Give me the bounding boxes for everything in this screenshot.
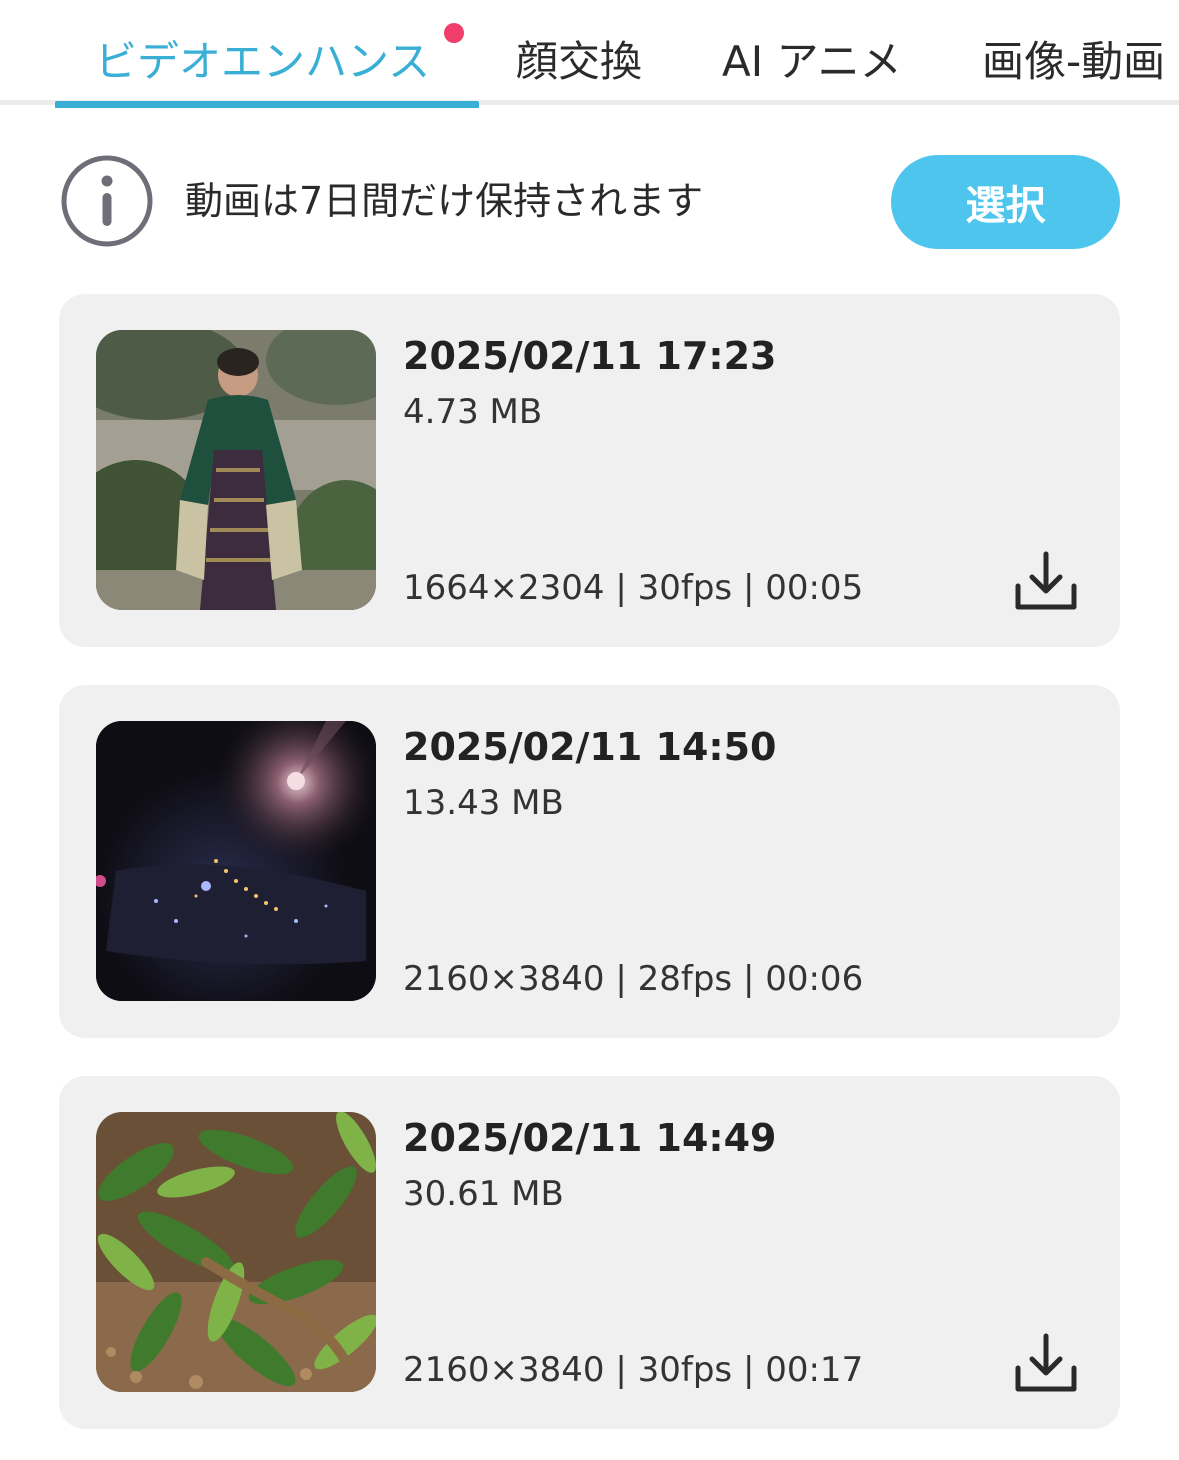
video-meta: 1664×2304 | 30fps | 00:05 <box>403 568 864 608</box>
video-thumbnail[interactable] <box>96 1112 376 1392</box>
retention-notice: 動画は7日間だけ保持されます <box>185 179 704 223</box>
select-button[interactable]: 選択 <box>891 155 1120 249</box>
video-card[interactable]: 2025/02/11 14:49 30.61 MB 2160×3840 | 30… <box>59 1076 1120 1429</box>
video-size: 30.61 MB <box>403 1174 564 1214</box>
video-meta: 2160×3840 | 30fps | 00:17 <box>403 1350 864 1390</box>
active-tab-indicator <box>55 101 479 108</box>
video-date: 2025/02/11 14:49 <box>403 1116 777 1160</box>
video-size: 13.43 MB <box>403 783 564 823</box>
tab-ai-anime[interactable]: AI アニメ <box>722 34 902 90</box>
video-thumbnail[interactable] <box>96 721 376 1001</box>
video-thumbnail[interactable] <box>96 330 376 610</box>
tab-bar: ビデオエンハンス 顔交換 AI アニメ 画像-動画 <box>0 0 1179 108</box>
download-icon[interactable] <box>1011 1330 1081 1396</box>
video-card[interactable]: 2025/02/11 17:23 4.73 MB 1664×2304 | 30f… <box>59 294 1120 647</box>
video-size: 4.73 MB <box>403 392 543 432</box>
tab-video-enhance[interactable]: ビデオエンハンス <box>95 34 430 90</box>
download-icon[interactable] <box>1011 548 1081 614</box>
tab-image-to-video[interactable]: 画像-動画 <box>982 34 1165 90</box>
info-icon <box>61 155 153 247</box>
video-card[interactable]: 2025/02/11 14:50 13.43 MB 2160×3840 | 28… <box>59 685 1120 1038</box>
tab-face-swap[interactable]: 顔交換 <box>516 34 642 90</box>
notification-dot <box>444 23 464 43</box>
video-meta: 2160×3840 | 28fps | 00:06 <box>403 959 864 999</box>
video-date: 2025/02/11 14:50 <box>403 725 777 769</box>
video-date: 2025/02/11 17:23 <box>403 334 777 378</box>
